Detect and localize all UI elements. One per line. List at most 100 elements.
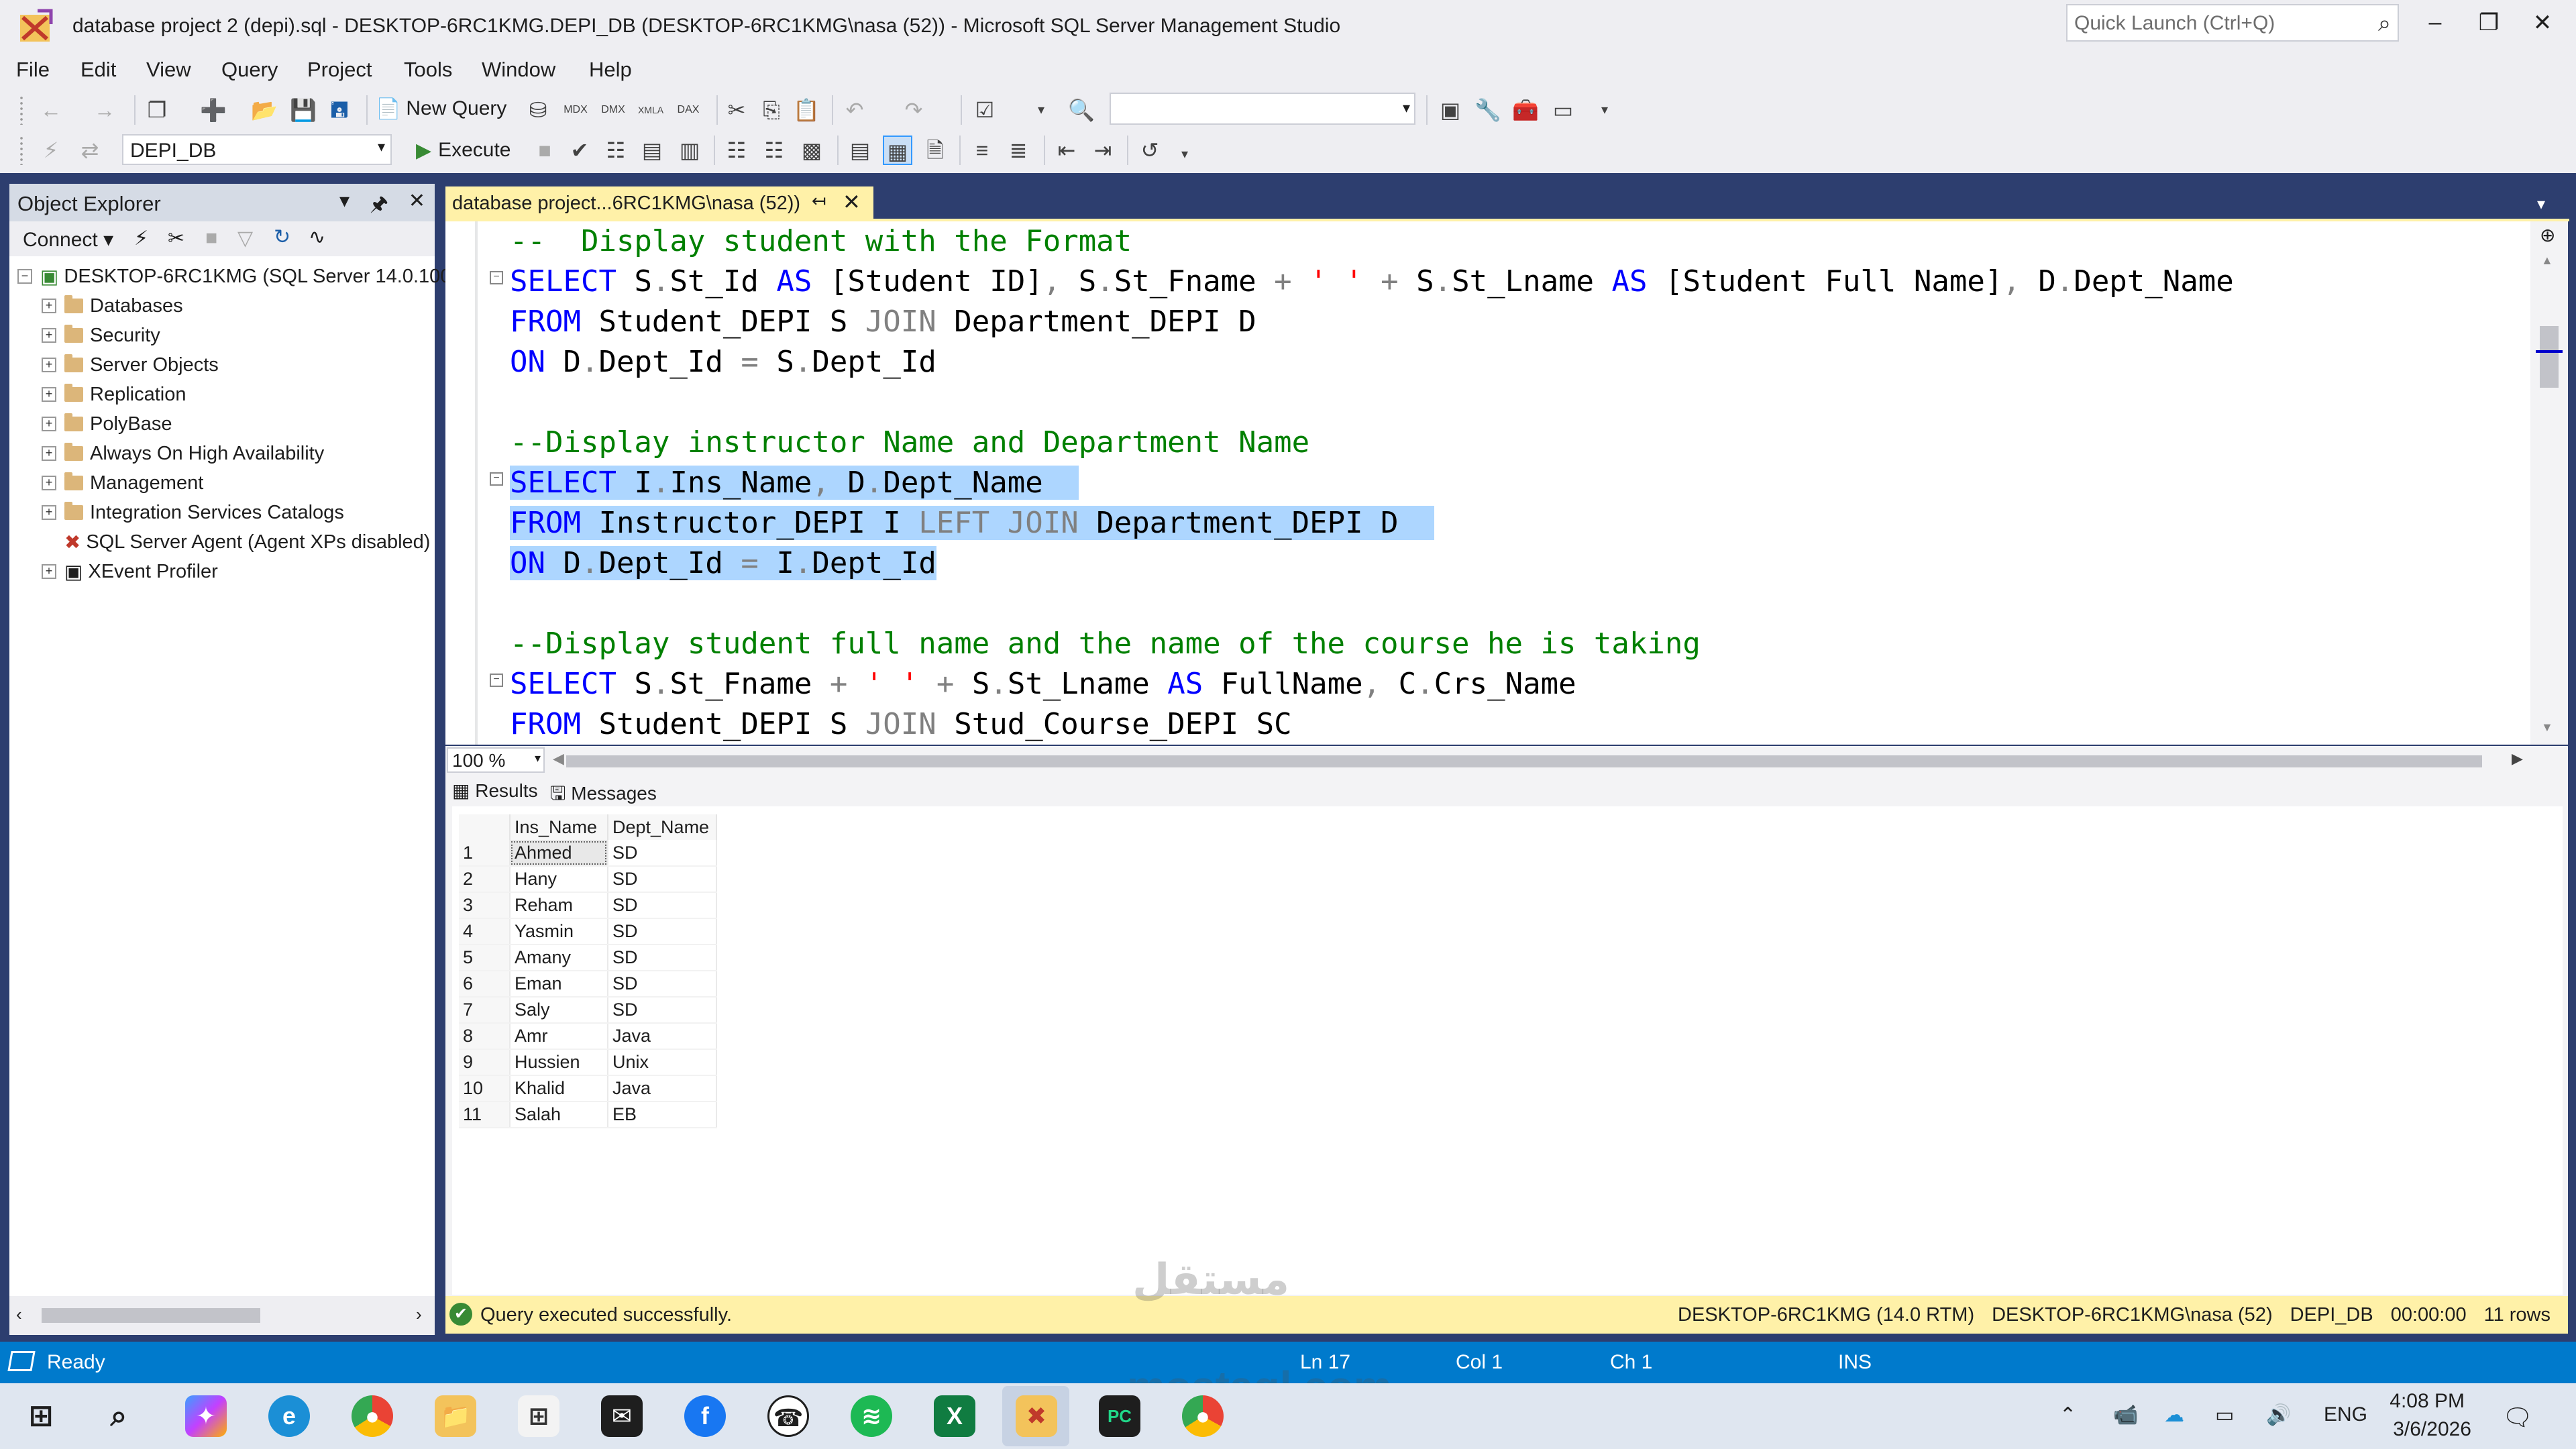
notifications-icon[interactable]: 🗨 — [2502, 1403, 2533, 1432]
chrome-profile-icon[interactable]: ● — [1182, 1395, 1224, 1437]
cell-ins-name[interactable]: Eman — [510, 971, 608, 998]
toolbar-options-icon[interactable]: ▾ — [1170, 140, 1199, 169]
results-to-text-icon[interactable]: ▤ — [845, 136, 875, 165]
cut-icon[interactable]: ✂ — [722, 95, 751, 125]
copilot-icon[interactable]: ✦ — [185, 1395, 227, 1437]
cell-dept-name[interactable]: SD — [608, 971, 717, 998]
change-connection-icon[interactable]: ⇄ — [75, 136, 105, 165]
row-number[interactable]: 5 — [459, 945, 511, 971]
close-button[interactable]: ✕ — [2522, 9, 2563, 42]
cell-ins-name[interactable]: Hany — [510, 866, 608, 893]
row-number[interactable]: 2 — [459, 866, 511, 893]
menu-window[interactable]: Window — [482, 58, 555, 82]
collapse-icon[interactable]: − — [17, 269, 32, 284]
xmla-query-icon[interactable]: XMLA — [636, 95, 665, 125]
results-to-grid-icon[interactable]: ▦ — [883, 136, 912, 165]
estimated-plan-icon[interactable]: ☷ — [601, 136, 631, 165]
file-explorer-icon[interactable]: 📁 — [435, 1395, 476, 1437]
cell-dept-name[interactable]: SD — [608, 945, 717, 971]
live-stats-icon[interactable]: ☷ — [759, 136, 789, 165]
expand-icon[interactable]: + — [42, 476, 56, 490]
expand-icon[interactable]: + — [42, 328, 56, 343]
horizontal-scrollbar[interactable]: ‹ › — [9, 1296, 435, 1335]
cell-ins-name[interactable]: Hussien — [510, 1049, 608, 1076]
editor-vertical-scrollbar[interactable]: ⊕ ▲ ▼ — [2530, 221, 2568, 745]
tree-node-xevent-profiler[interactable]: + ▣ XEvent Profiler — [42, 557, 218, 586]
column-header[interactable]: Dept_Name — [608, 814, 717, 840]
cell-dept-name[interactable]: SD — [608, 892, 717, 919]
expand-icon[interactable]: + — [42, 387, 56, 402]
dmx-query-icon[interactable]: DMX — [598, 95, 628, 125]
battery-icon[interactable]: ▭ — [2215, 1403, 2234, 1427]
microsoft-store-icon[interactable]: ⊞ — [518, 1395, 559, 1437]
registered-servers-icon[interactable]: ▣ — [1436, 95, 1465, 125]
row-number[interactable]: 4 — [459, 918, 511, 945]
mdx-query-icon[interactable]: MDX — [561, 95, 590, 125]
connect-icon[interactable]: ⚡ — [134, 227, 148, 250]
activity-icon[interactable]: ∿ — [309, 225, 325, 249]
row-number[interactable]: 11 — [459, 1102, 511, 1128]
back-icon[interactable]: ← — [36, 95, 66, 125]
close-icon[interactable]: ✕ — [843, 189, 861, 215]
facebook-icon[interactable]: f — [684, 1395, 726, 1437]
cell-dept-name[interactable]: Java — [608, 1023, 717, 1050]
chrome-icon[interactable]: ● — [352, 1395, 393, 1437]
tab-messages[interactable]: 🖫 Messages — [550, 780, 657, 806]
expand-icon[interactable]: + — [42, 299, 56, 313]
menu-edit[interactable]: Edit — [80, 58, 116, 82]
expand-icon[interactable]: + — [42, 446, 56, 461]
scroll-left-icon[interactable]: ◀ — [553, 750, 564, 767]
cell-ins-name[interactable]: Reham — [510, 892, 608, 919]
cell-ins-name[interactable]: Amr — [510, 1023, 608, 1050]
specify-template-values-icon[interactable]: ↺ — [1135, 136, 1165, 165]
cell-ins-name[interactable]: Khalid — [510, 1075, 608, 1102]
cell-dept-name[interactable]: SD — [608, 918, 717, 945]
row-number[interactable]: 10 — [459, 1075, 511, 1102]
forward-icon[interactable]: → — [90, 95, 119, 125]
cell-dept-name[interactable]: EB — [608, 1102, 717, 1128]
execute-button[interactable]: ▶ Execute — [409, 133, 523, 168]
restore-button[interactable]: ❐ — [2469, 9, 2509, 42]
scrollbar-thumb[interactable] — [566, 755, 2482, 767]
table-row[interactable]: 2 Hany SD — [459, 866, 717, 893]
column-header[interactable]: Ins_Name — [510, 814, 608, 840]
actual-plan-icon[interactable]: ☷ — [722, 136, 751, 165]
whatsapp-icon[interactable]: ☎ — [767, 1395, 809, 1437]
window-layout-icon[interactable]: ▭ — [1548, 95, 1578, 125]
chevron-down-icon[interactable]: ▾ — [1403, 99, 1410, 117]
zoom-select[interactable]: 100 % ▾ — [447, 747, 545, 773]
scrollbar-thumb[interactable] — [2540, 326, 2559, 388]
pycharm-icon[interactable]: PC — [1099, 1395, 1140, 1437]
toolbar-grip[interactable] — [19, 136, 24, 165]
menu-query[interactable]: Query — [221, 58, 278, 82]
tree-node-polybase[interactable]: + PolyBase — [42, 409, 172, 439]
expand-icon[interactable]: + — [42, 564, 56, 579]
cell-dept-name[interactable]: Unix — [608, 1049, 717, 1076]
close-icon[interactable]: ✕ — [409, 189, 425, 223]
database-engine-query-icon[interactable]: ⛁ — [523, 95, 553, 125]
mail-icon[interactable]: ✉ — [601, 1395, 643, 1437]
tree-node-sql-agent[interactable]: ✖ SQL Server Agent (Agent XPs disabled) — [64, 527, 430, 557]
tab-results[interactable]: ▦ Results — [452, 780, 538, 806]
chevron-down-icon[interactable]: ▾ — [378, 138, 385, 156]
tree-node-security[interactable]: + Security — [42, 321, 160, 350]
minimize-button[interactable]: – — [2415, 9, 2455, 42]
pin-icon[interactable]: 🖈 — [370, 189, 388, 223]
quick-launch-input[interactable]: Quick Launch (Ctrl+Q) ⌕ — [2066, 4, 2399, 42]
table-row[interactable]: 6 Eman SD — [459, 971, 717, 998]
scroll-left-icon[interactable]: ‹ — [16, 1304, 22, 1325]
cell-dept-name[interactable]: SD — [608, 997, 717, 1024]
row-number-header[interactable] — [459, 814, 511, 840]
increase-indent-icon[interactable]: ⇥ — [1088, 136, 1118, 165]
sql-editor[interactable]: -- Display student with the Format − SEL… — [445, 221, 2530, 745]
volume-icon[interactable]: 🔊 — [2266, 1403, 2291, 1427]
cell-ins-name[interactable]: Salah — [510, 1102, 608, 1128]
results-to-file-icon[interactable]: 🗎 — [920, 136, 950, 165]
find-icon[interactable]: 🔍 — [1067, 95, 1096, 125]
cell-ins-name[interactable]: Yasmin — [510, 918, 608, 945]
cell-dept-name[interactable]: SD — [608, 866, 717, 893]
meet-now-icon[interactable]: 📹 — [2113, 1403, 2138, 1427]
document-tab[interactable]: database project...6RC1KMG\nasa (52)) ↤ … — [445, 186, 873, 220]
search-icon[interactable]: ⌕ — [2378, 11, 2391, 37]
cell-dept-name[interactable]: Java — [608, 1075, 717, 1102]
